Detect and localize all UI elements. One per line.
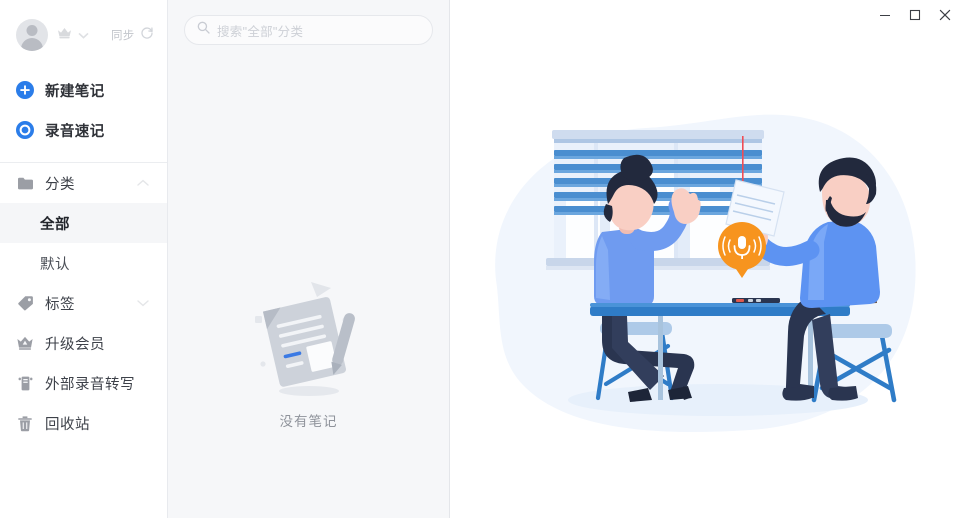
minimize-button[interactable] <box>870 0 900 34</box>
note-list-panel: 搜索"全部"分类 没有笔记 <box>168 0 450 518</box>
empty-state-text: 没有笔记 <box>279 414 338 429</box>
voice-note-label: 录音速记 <box>45 123 105 140</box>
crown-badge-icon <box>15 333 35 353</box>
search-input[interactable]: 搜索"全部"分类 <box>184 15 433 45</box>
chevron-down-icon[interactable] <box>78 26 89 44</box>
plus-circle-icon <box>15 80 35 100</box>
tag-icon <box>15 293 35 313</box>
sync-label: 同步 <box>111 30 135 42</box>
new-note-button[interactable]: 新建笔记 <box>0 70 167 110</box>
chevron-down-icon[interactable] <box>137 294 149 312</box>
sidebar-item-default[interactable]: 默认 <box>0 243 167 283</box>
maximize-button[interactable] <box>900 0 930 34</box>
empty-state: 没有笔记 <box>168 272 449 430</box>
new-note-label: 新建笔记 <box>45 83 105 100</box>
account-row[interactable]: 同步 <box>0 0 167 70</box>
sidebar-group-category[interactable]: 分类 <box>0 163 167 203</box>
crown-icon[interactable] <box>57 26 72 44</box>
sidebar-item-external-transcribe-label: 外部录音转写 <box>45 376 135 393</box>
search-placeholder: 搜索"全部"分类 <box>217 24 304 39</box>
user-avatar-icon[interactable] <box>16 19 48 51</box>
sidebar-group-category-label: 分类 <box>45 176 75 193</box>
sidebar-item-trash[interactable]: 回收站 <box>0 403 167 443</box>
chevron-up-icon[interactable] <box>137 174 149 192</box>
voice-note-button[interactable]: 录音速记 <box>0 110 167 150</box>
minimize-icon <box>879 8 891 26</box>
app-window: 同步 新建笔记 录音速记 分类 全部 默认 标签 升级会员 外部录音转写 回收站… <box>0 0 960 518</box>
empty-note-document-icon <box>254 282 355 396</box>
search-icon <box>197 21 210 39</box>
sidebar-group-tags-label: 标签 <box>45 296 75 313</box>
trash-icon <box>15 413 35 433</box>
folder-icon <box>15 173 35 193</box>
refresh-icon[interactable] <box>140 26 154 45</box>
maximize-icon <box>909 8 921 26</box>
close-icon <box>939 8 951 26</box>
sidebar-item-all[interactable]: 全部 <box>0 203 167 243</box>
sync-button[interactable]: 同步 <box>111 26 154 45</box>
window-controls <box>870 0 960 34</box>
search-area: 搜索"全部"分类 <box>168 0 449 45</box>
close-button[interactable] <box>930 0 960 34</box>
sidebar-item-all-label: 全部 <box>40 216 70 233</box>
interview-recording-illustration <box>478 100 928 445</box>
record-circle-icon <box>15 120 35 140</box>
recorder-icon <box>15 373 35 393</box>
sidebar-item-default-label: 默认 <box>40 256 70 273</box>
main-panel <box>450 0 960 518</box>
sidebar-item-upgrade-vip-label: 升级会员 <box>45 336 105 353</box>
sidebar-item-upgrade-vip[interactable]: 升级会员 <box>0 323 167 363</box>
sidebar-group-tags[interactable]: 标签 <box>0 283 167 323</box>
sidebar-item-external-transcribe[interactable]: 外部录音转写 <box>0 363 167 403</box>
sidebar: 同步 新建笔记 录音速记 分类 全部 默认 标签 升级会员 外部录音转写 回收站 <box>0 0 168 518</box>
sidebar-item-trash-label: 回收站 <box>45 416 90 433</box>
